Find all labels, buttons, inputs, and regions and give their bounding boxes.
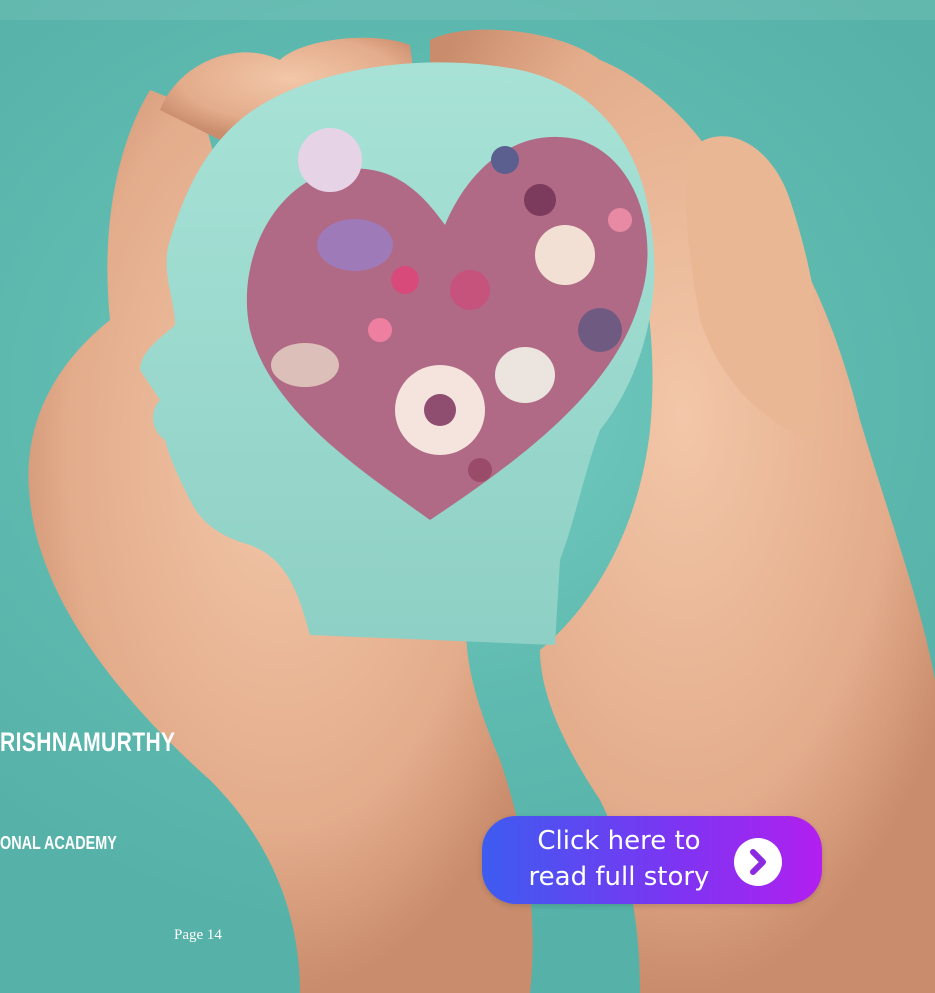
chevron-right-icon[interactable] <box>734 838 782 886</box>
author-name: RISHNAMURTHY <box>0 727 176 757</box>
read-full-story-button[interactable]: Click here to read full story <box>482 816 822 904</box>
cta-label-line-2: read full story <box>528 862 710 892</box>
chevron-right-glyph <box>750 849 766 875</box>
author-affiliation: ONAL ACADEMY <box>0 833 117 853</box>
cta-label-line-1: Click here to <box>537 826 701 856</box>
page-number: Page 14 <box>174 927 222 943</box>
cta-label: Click here to read full story <box>509 823 729 895</box>
